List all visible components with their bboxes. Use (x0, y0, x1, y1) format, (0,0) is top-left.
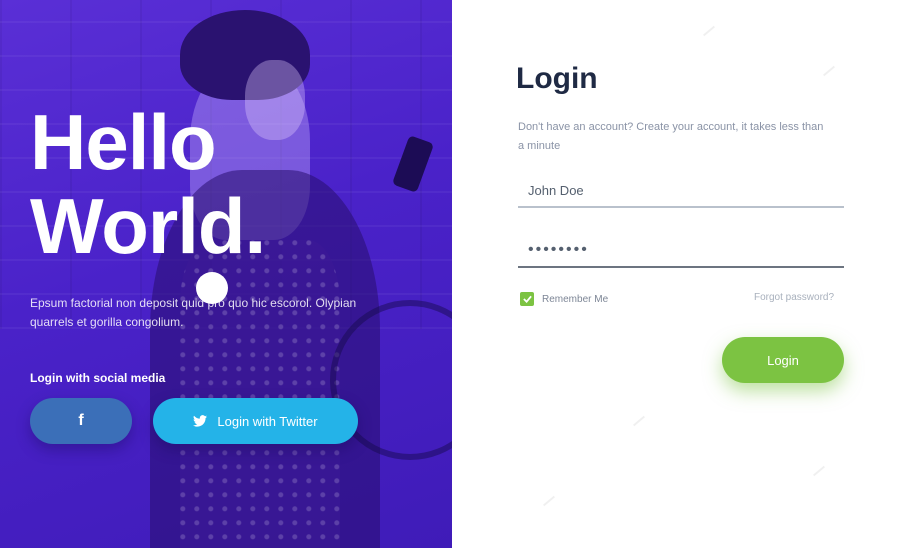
password-field-wrapper (518, 234, 844, 268)
watermark-mark (542, 495, 556, 507)
remember-me-label: Remember Me (542, 293, 609, 305)
facebook-login-button[interactable]: f (30, 398, 132, 444)
hero-panel: Hello World. Epsum factorial non deposit… (0, 0, 452, 548)
remember-me-toggle[interactable]: Remember Me (520, 292, 608, 306)
username-field-wrapper (518, 174, 844, 208)
login-title: Login (516, 62, 598, 95)
cursor-dot (196, 272, 228, 304)
social-login-label: Login with social media (30, 371, 166, 385)
forgot-password-link[interactable]: Forgot password? (754, 292, 834, 303)
hero-title-line1: Hello (30, 98, 217, 186)
check-icon (522, 295, 532, 303)
password-input[interactable] (518, 234, 844, 266)
hero-title: Hello World. (30, 100, 430, 268)
hero-title-line2: World. (30, 182, 266, 270)
twitter-login-label: Login with Twitter (217, 413, 318, 429)
twitter-icon (193, 415, 208, 427)
watermark-mark (822, 65, 836, 77)
username-input[interactable] (518, 174, 844, 206)
watermark-mark (812, 465, 826, 477)
remember-me-checkbox[interactable] (520, 292, 534, 306)
facebook-icon: f (78, 412, 84, 429)
login-subtitle: Don't have an account? Create your accou… (518, 121, 824, 152)
watermark-mark (632, 415, 646, 427)
login-panel: Login Don't have an account? Create your… (452, 0, 906, 548)
twitter-login-button[interactable]: Login with Twitter (153, 398, 358, 444)
watermark-mark (702, 25, 716, 37)
login-submit-button[interactable]: Login (722, 337, 844, 383)
